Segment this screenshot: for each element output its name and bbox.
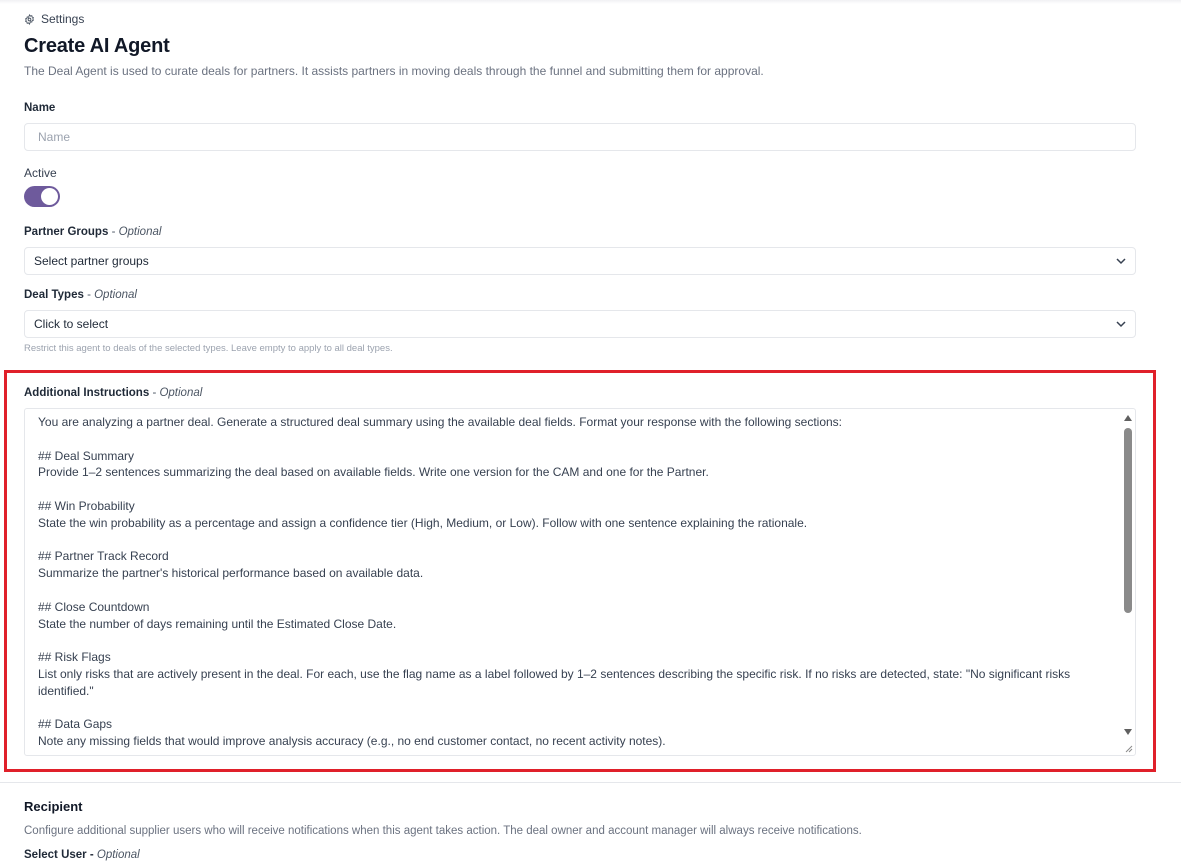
top-shadow <box>0 0 1181 4</box>
select-user-label: Select User - Optional <box>24 849 140 861</box>
chevron-down-icon <box>1116 321 1126 328</box>
page-title: Create AI Agent <box>24 35 170 57</box>
optional-tag: Optional <box>96 849 140 861</box>
recipient-title: Recipient <box>24 799 83 814</box>
toggle-knob <box>41 188 58 205</box>
name-label: Name <box>24 102 56 114</box>
deal-types-hint: Restrict this agent to deals of the sele… <box>24 343 393 354</box>
optional-tag: Optional <box>118 226 162 238</box>
partner-groups-label: Partner Groups - Optional <box>24 226 162 238</box>
chevron-down-icon <box>1116 258 1126 265</box>
breadcrumb-label: Settings <box>41 12 85 26</box>
name-input[interactable] <box>24 123 1136 151</box>
highlight-box <box>4 370 1156 772</box>
active-label: Active <box>24 166 57 180</box>
deal-types-label: Deal Types - Optional <box>24 289 137 301</box>
active-toggle[interactable] <box>24 186 60 207</box>
deal-types-value: Click to select <box>34 317 109 331</box>
page-subtitle: The Deal Agent is used to curate deals f… <box>24 64 764 78</box>
recipient-description: Configure additional supplier users who … <box>24 825 862 837</box>
section-divider <box>0 782 1181 783</box>
gear-icon <box>24 13 35 25</box>
deal-types-select[interactable]: Click to select <box>24 310 1136 338</box>
breadcrumb[interactable]: Settings <box>24 12 84 26</box>
partner-groups-select[interactable]: Select partner groups <box>24 247 1136 275</box>
partner-groups-value: Select partner groups <box>34 254 149 268</box>
optional-tag: Optional <box>94 289 137 301</box>
